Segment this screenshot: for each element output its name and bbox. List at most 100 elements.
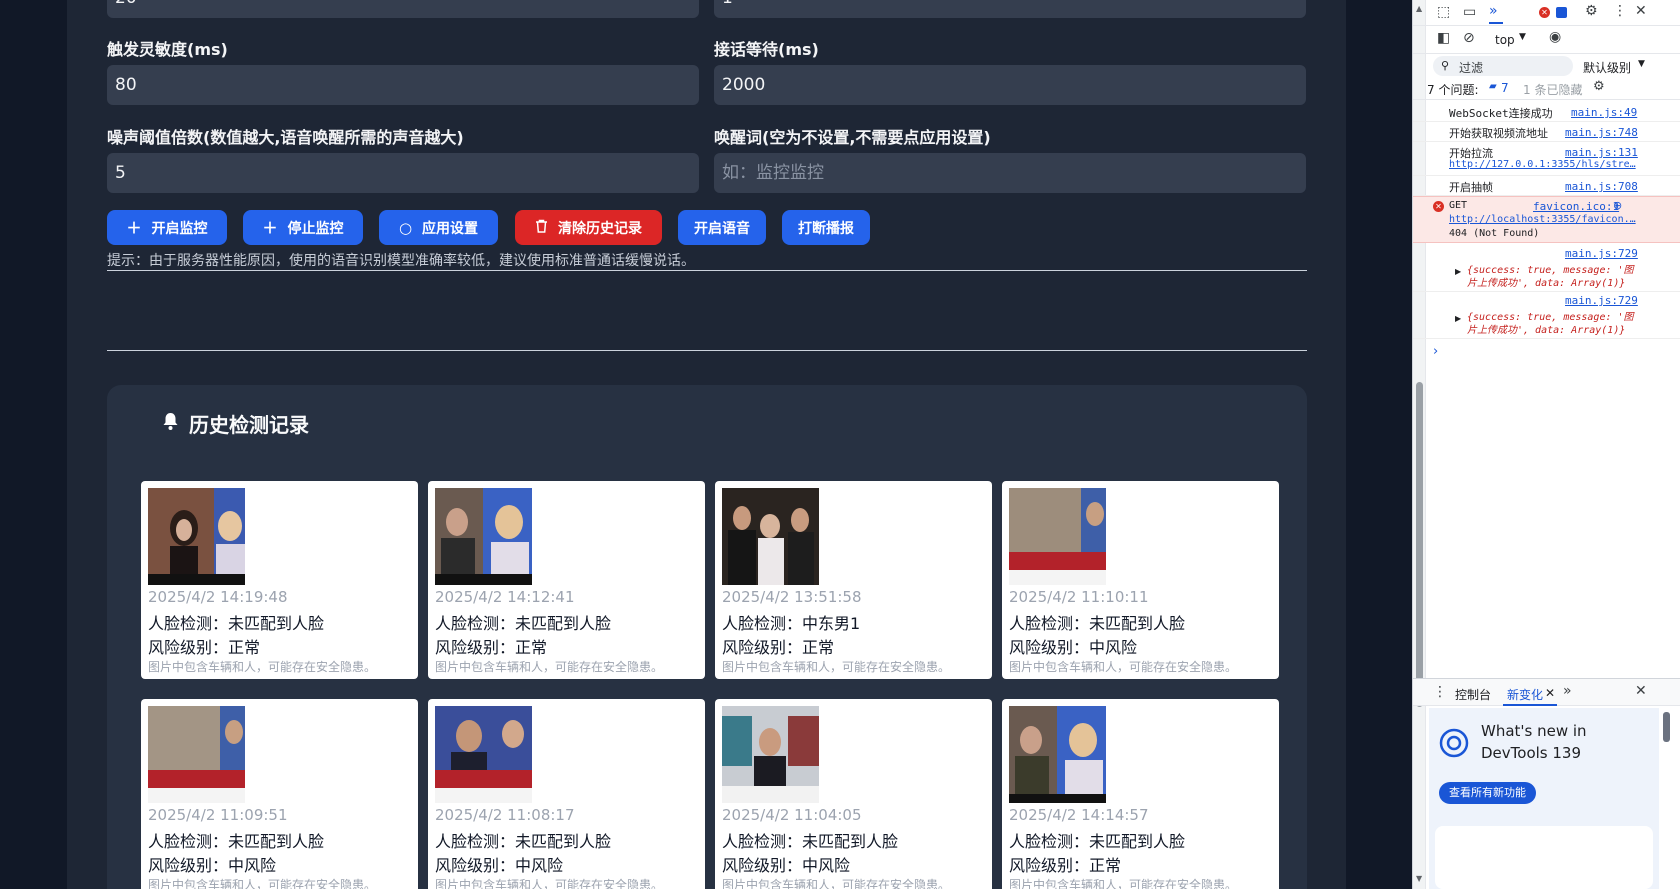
log-url-link[interactable]: http://127.0.0.1:3355/hls/stre…: [1449, 159, 1636, 170]
record-time: 2025/4/2 14:14:57: [1009, 806, 1149, 824]
close-tab-icon[interactable]: ✕: [1545, 686, 1555, 700]
snapshot-thumbnail[interactable]: [435, 488, 532, 585]
error-url-link[interactable]: http://localhost:3355/favicon.…: [1449, 214, 1636, 225]
interrupt-broadcast-button[interactable]: 打断播报: [782, 210, 870, 245]
drawer-menu-icon[interactable]: ⋮: [1433, 684, 1447, 700]
snapshot-thumbnail[interactable]: [722, 488, 819, 585]
clear-history-button[interactable]: 清除历史记录: [515, 210, 662, 245]
start-monitor-button[interactable]: ＋ 开启监控: [107, 210, 227, 245]
top-left-input[interactable]: 20: [107, 0, 699, 18]
tab-console[interactable]: 控制台: [1455, 686, 1491, 703]
object-preview[interactable]: 片上传成功', data: Array(1)}: [1467, 274, 1625, 289]
log-source-link[interactable]: main.js:708: [1565, 180, 1638, 193]
console-log-row: 开始拉流 main.js:131 http://127.0.0.1:3355/h…: [1413, 142, 1680, 176]
snapshot-thumbnail[interactable]: [722, 706, 819, 803]
close-devtools-icon[interactable]: ✕: [1635, 3, 1647, 19]
record-face: 人脸检测：未匹配到人脸: [148, 832, 325, 851]
trigger-sensitivity-label: 触发灵敏度(ms): [107, 40, 228, 59]
whats-new-card: [1435, 826, 1653, 889]
more-options-icon[interactable]: ⋮: [1613, 3, 1627, 19]
apply-settings-button[interactable]: ○ 应用设置: [379, 210, 498, 245]
tab-whats-new[interactable]: 新变化: [1507, 686, 1543, 703]
top-right-input[interactable]: 1: [714, 0, 1306, 18]
error-icon: ✕: [1433, 201, 1444, 212]
chevron-down-icon[interactable]: ▼: [1519, 32, 1526, 42]
history-card[interactable]: 2025/4/2 14:14:57 人脸检测：未匹配到人脸 风险级别：正常 图片…: [1002, 699, 1279, 889]
record-risk: 风险级别：中风险: [722, 856, 851, 875]
filter-row: ⚲ 过滤 默认级别 ▼: [1413, 54, 1680, 78]
start-monitor-label: 开启监控: [151, 220, 208, 237]
sidebar-toggle-icon[interactable]: ◧: [1437, 30, 1450, 46]
error-source-link[interactable]: favicon.ico:1: [1533, 200, 1619, 213]
noise-threshold-label: 噪声阈值倍数(数值越大,语音唤醒所需的声音越大): [107, 128, 464, 147]
log-source-link[interactable]: main.js:729: [1565, 294, 1638, 307]
answer-wait-input[interactable]: 2000: [714, 65, 1306, 105]
message-badge-icon[interactable]: [1556, 7, 1567, 18]
snapshot-thumbnail[interactable]: [148, 488, 245, 585]
wake-word-input[interactable]: 如：监控监控: [714, 153, 1306, 193]
scroll-down-icon[interactable]: ▼: [1416, 874, 1422, 883]
trash-icon: [535, 219, 548, 237]
more-tabs-icon[interactable]: »: [1489, 3, 1498, 19]
eye-icon[interactable]: ◉: [1549, 29, 1561, 45]
loading-circle-icon: ○: [398, 218, 413, 237]
console-prompt[interactable]: ›: [1413, 342, 1680, 362]
log-source-link[interactable]: main.js:748: [1565, 126, 1638, 139]
see-all-features-button[interactable]: 查看所有新功能: [1439, 782, 1536, 804]
history-card[interactable]: 2025/4/2 14:12:41 人脸检测：未匹配到人脸 风险级别：正常 图片…: [428, 481, 705, 679]
issues-count[interactable]: 7: [1501, 81, 1509, 95]
more-tabs-icon[interactable]: »: [1563, 683, 1572, 699]
object-preview[interactable]: 片上传成功', data: Array(1)}: [1467, 321, 1625, 336]
bell-icon: [162, 412, 179, 436]
trigger-sensitivity-input[interactable]: 80: [107, 65, 699, 105]
record-desc: 图片中包含车辆和人，可能存在安全隐患。: [722, 878, 951, 889]
history-card[interactable]: 2025/4/2 11:10:11 人脸检测：未匹配到人脸 风险级别：中风险 图…: [1002, 481, 1279, 679]
record-desc: 图片中包含车辆和人，可能存在安全隐患。: [148, 878, 377, 889]
record-face: 人脸检测：未匹配到人脸: [1009, 614, 1186, 633]
error-badge-icon[interactable]: ✕: [1539, 7, 1550, 18]
record-face: 人脸检测：中东男1: [722, 614, 861, 633]
noise-threshold-input[interactable]: 5: [107, 153, 699, 193]
record-time: 2025/4/2 13:51:58: [722, 588, 862, 606]
start-voice-button[interactable]: 开启语音: [678, 210, 766, 245]
chevron-down-icon[interactable]: ▼: [1638, 59, 1645, 69]
expand-triangle-icon[interactable]: ▶: [1455, 267, 1461, 276]
network-globe-icon[interactable]: ⊕: [1613, 199, 1622, 212]
prompt-chevron-icon: ›: [1433, 344, 1439, 359]
console-log-row: 开启抽帧 main.js:708: [1413, 176, 1680, 196]
history-card[interactable]: 2025/4/2 11:09:51 人脸检测：未匹配到人脸 风险级别：中风险 图…: [141, 699, 418, 889]
scrollbar-thumb[interactable]: [1416, 382, 1423, 707]
inspect-element-icon[interactable]: ⬚: [1437, 4, 1450, 20]
apply-settings-label: 应用设置: [422, 220, 479, 237]
stop-monitor-button[interactable]: ＋ 停止监控: [243, 210, 363, 245]
log-source-link[interactable]: main.js:131: [1565, 146, 1638, 159]
log-source-link[interactable]: main.js:729: [1565, 247, 1638, 260]
log-level-selector[interactable]: 默认级别: [1583, 59, 1631, 76]
record-risk: 风险级别：中风险: [435, 856, 564, 875]
snapshot-thumbnail[interactable]: [435, 706, 532, 803]
snapshot-thumbnail[interactable]: [1009, 706, 1106, 803]
history-card[interactable]: 2025/4/2 11:04:05 人脸检测：未匹配到人脸 风险级别：中风险 图…: [715, 699, 992, 889]
record-face: 人脸检测：未匹配到人脸: [435, 832, 612, 851]
close-drawer-icon[interactable]: ✕: [1635, 683, 1647, 699]
history-card[interactable]: 2025/4/2 13:51:58 人脸检测：中东男1 风险级别：正常 图片中包…: [715, 481, 992, 679]
history-card[interactable]: 2025/4/2 14:19:48 人脸检测：未匹配到人脸 风险级别：正常 图片…: [141, 481, 418, 679]
issues-settings-icon[interactable]: ⚙: [1593, 79, 1605, 94]
start-voice-label: 开启语音: [694, 220, 750, 237]
context-selector[interactable]: top: [1495, 33, 1515, 47]
log-source-link[interactable]: main.js:49: [1571, 106, 1637, 119]
device-toggle-icon[interactable]: ▭: [1463, 4, 1476, 20]
settings-gear-icon[interactable]: ⚙: [1585, 3, 1598, 19]
snapshot-thumbnail[interactable]: [1009, 488, 1106, 585]
drawer-scrollbar-thumb[interactable]: [1663, 712, 1670, 742]
plus-icon: ＋: [262, 219, 278, 237]
clear-console-icon[interactable]: ⊘: [1463, 30, 1475, 46]
history-card[interactable]: 2025/4/2 11:08:17 人脸检测：未匹配到人脸 风险级别：中风险 图…: [428, 699, 705, 889]
filter-input[interactable]: ⚲ 过滤: [1433, 56, 1573, 76]
record-face: 人脸检测：未匹配到人脸: [435, 614, 612, 633]
issues-message-icon[interactable]: ▰: [1489, 81, 1497, 92]
record-risk: 风险级别：中风险: [1009, 638, 1138, 657]
snapshot-thumbnail[interactable]: [148, 706, 245, 803]
log-message: 开启抽帧: [1449, 181, 1493, 194]
expand-triangle-icon[interactable]: ▶: [1455, 314, 1461, 323]
